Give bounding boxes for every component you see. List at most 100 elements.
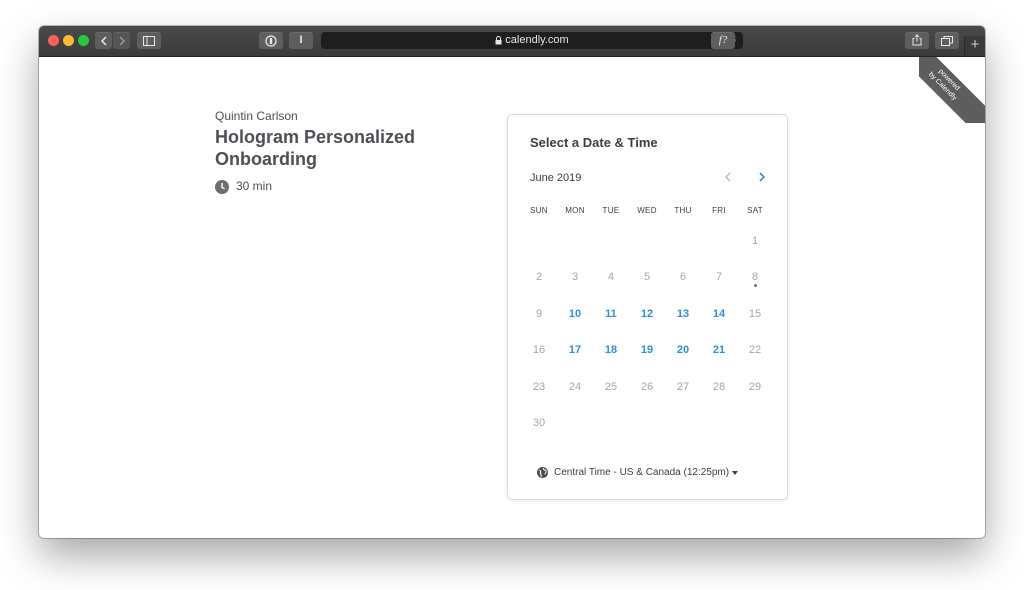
- available-date-10[interactable]: 10: [557, 296, 593, 332]
- browser-toolbar: I calendly.com f? +: [39, 26, 985, 57]
- date-7: 7: [715, 271, 723, 284]
- chevron-right-icon: [118, 36, 125, 46]
- browser-window: I calendly.com f? + Quintin Carlson Holo…: [39, 26, 985, 538]
- date-picker-heading: Select a Date & Time: [530, 135, 658, 150]
- weekday-sun: SUN: [530, 206, 548, 215]
- date-9: 9: [535, 307, 543, 320]
- empty-day-cell: [521, 223, 557, 259]
- empty-day-cell: [593, 405, 629, 441]
- available-date-12[interactable]: 12: [629, 296, 665, 332]
- new-tab-button[interactable]: +: [964, 36, 985, 56]
- sidebar-toggle-button[interactable]: [137, 32, 161, 49]
- share-icon: [912, 34, 922, 46]
- calendar-week: 9 10 11 12 13 14 15: [521, 296, 773, 332]
- available-date-19[interactable]: 19: [629, 332, 665, 368]
- available-date-11[interactable]: 11: [593, 296, 629, 332]
- weekday-mon: MON: [565, 206, 585, 215]
- address-text: calendly.com: [505, 34, 569, 46]
- weekday-thu: THU: [674, 206, 692, 215]
- empty-day-cell: [701, 405, 737, 441]
- share-button[interactable]: [905, 32, 929, 49]
- empty-day-cell: [557, 405, 593, 441]
- event-title: Hologram Personalized Onboarding: [215, 127, 416, 169]
- event-duration: 30 min: [215, 179, 272, 194]
- weekday-sat: SAT: [747, 206, 763, 215]
- forward-button[interactable]: [113, 32, 130, 49]
- badge-line-2: by Calendly: [927, 71, 958, 102]
- timezone-selector[interactable]: Central Time - US & Canada (12:25pm): [537, 467, 739, 479]
- password-manager-button[interactable]: [259, 32, 283, 49]
- calendar-weeks: 1 2 3 4 5 6 7 8 9 10 11 12 13 14 15 16 17 18 19 20 21 22 23 24 2…: [521, 223, 773, 441]
- powered-by-calendly-badge[interactable]: powered by Calendly: [919, 57, 985, 123]
- empty-day-cell: [665, 405, 701, 441]
- password-manager-icon: [265, 34, 277, 47]
- date-5: 5: [643, 271, 651, 284]
- empty-day-cell: [737, 405, 773, 441]
- date-23: 23: [532, 380, 546, 393]
- globe-icon: [537, 467, 548, 478]
- date-22: 22: [748, 344, 762, 357]
- calendar-week: 16 17 18 19 20 21 22: [521, 332, 773, 368]
- tabs-icon: [941, 36, 953, 46]
- calendar-week: 2 3 4 5 6 7 8: [521, 259, 773, 295]
- available-date-21[interactable]: 21: [701, 332, 737, 368]
- weekday-tue: TUE: [602, 206, 620, 215]
- clock-icon: [215, 179, 229, 194]
- empty-day-cell: [629, 223, 665, 259]
- minimize-window-button[interactable]: [63, 35, 74, 46]
- calendar-grid: SUN MON TUE WED THU FRI SAT 1 2 3 4 5 6 7 8 9 10 11 12 13 1…: [521, 199, 773, 441]
- next-month-button[interactable]: [754, 169, 770, 185]
- date-4: 4: [607, 271, 615, 284]
- close-window-button[interactable]: [48, 35, 59, 46]
- date-16: 16: [532, 344, 546, 357]
- duration-text: 30 min: [236, 179, 273, 193]
- badge-ribbon: powered by Calendly: [919, 57, 985, 123]
- date-27: 27: [676, 380, 690, 393]
- date-6: 6: [679, 271, 687, 284]
- date-8: 8: [737, 259, 773, 295]
- calendar-week: 1: [521, 223, 773, 259]
- calendar-week: 23 24 25 26 27 28 29: [521, 369, 773, 405]
- back-button[interactable]: [95, 32, 112, 49]
- empty-day-cell: [665, 223, 701, 259]
- date-2: 2: [535, 271, 543, 284]
- available-date-13[interactable]: 13: [665, 296, 701, 332]
- available-date-18[interactable]: 18: [593, 332, 629, 368]
- weekday-header: SUN MON TUE WED THU FRI SAT: [521, 199, 773, 223]
- reader-button[interactable]: I: [289, 32, 313, 49]
- timezone-label: Central Time - US & Canada (12:25pm): [554, 467, 730, 479]
- available-date-14[interactable]: 14: [701, 296, 737, 332]
- date-30: 30: [532, 416, 546, 429]
- page-content: Quintin Carlson Hologram Personalized On…: [39, 57, 985, 538]
- date-28: 28: [712, 380, 726, 393]
- empty-day-cell: [557, 223, 593, 259]
- date-26: 26: [640, 380, 654, 393]
- sidebar-icon: [143, 36, 155, 46]
- address-bar[interactable]: calendly.com: [321, 32, 743, 49]
- available-date-17[interactable]: 17: [557, 332, 593, 368]
- date-29: 29: [748, 380, 762, 393]
- lock-icon: [495, 35, 502, 45]
- caret-down-icon: [732, 470, 739, 475]
- font-extension-button[interactable]: f?: [711, 32, 735, 49]
- date-25: 25: [604, 380, 618, 393]
- date-15: 15: [748, 307, 762, 320]
- calendar-week: 30: [521, 405, 773, 441]
- weekday-fri: FRI: [712, 206, 726, 215]
- empty-day-cell: [593, 223, 629, 259]
- weekday-wed: WED: [637, 206, 657, 215]
- date-24: 24: [568, 380, 582, 393]
- today-indicator: [754, 284, 757, 288]
- zoom-window-button[interactable]: [78, 35, 89, 46]
- empty-day-cell: [701, 223, 737, 259]
- date-1: 1: [751, 235, 759, 247]
- month-label: June 2019: [530, 172, 582, 184]
- organizer-name: Quintin Carlson: [215, 109, 298, 123]
- empty-day-cell: [629, 405, 665, 441]
- date-picker-card: Select a Date & Time June 2019 SUN MON TUE…: [507, 114, 788, 500]
- available-date-20[interactable]: 20: [665, 332, 701, 368]
- date-3: 3: [571, 271, 579, 284]
- chevron-left-icon: [100, 36, 107, 46]
- previous-month-button[interactable]: [720, 169, 736, 185]
- tabs-overview-button[interactable]: [935, 32, 959, 49]
